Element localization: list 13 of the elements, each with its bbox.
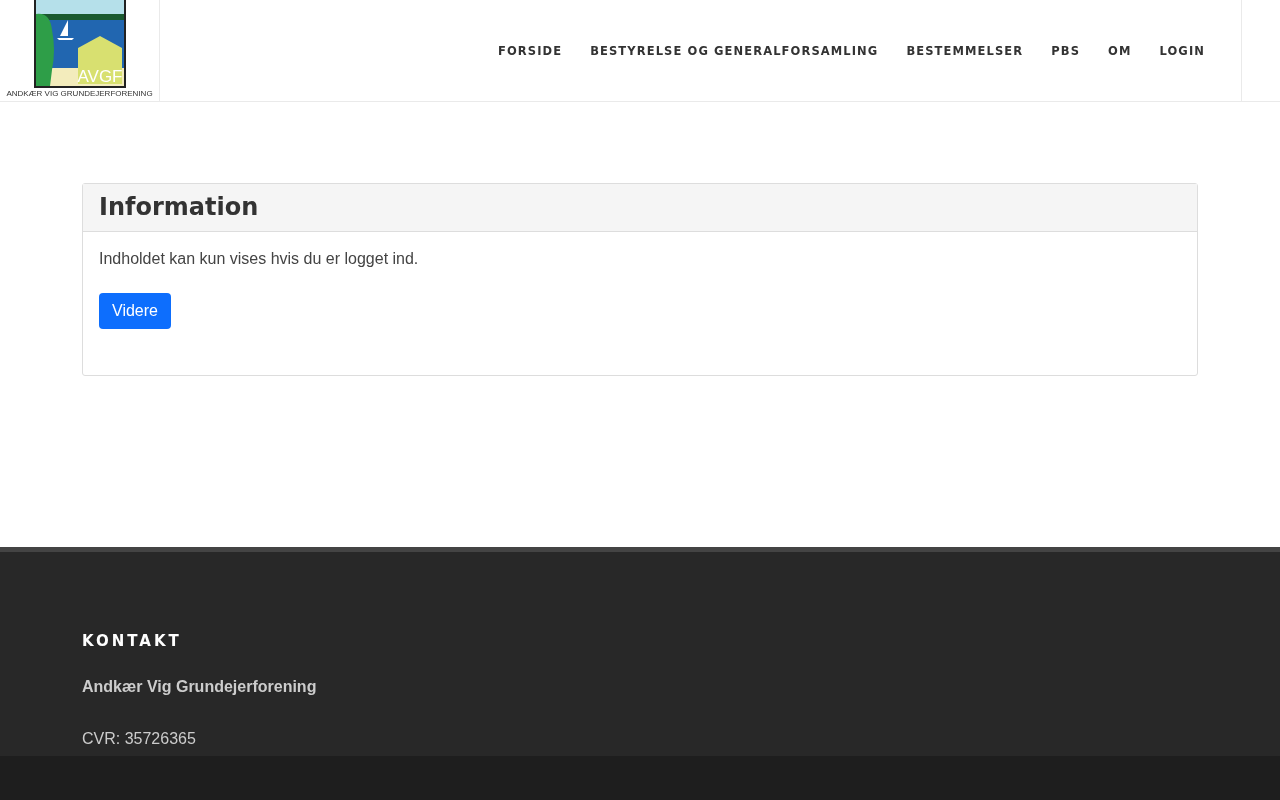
nav-link[interactable]: FORSIDE — [484, 43, 577, 58]
nav-link[interactable]: OM — [1094, 43, 1146, 58]
cvr-number: CVR: 35726365 — [82, 730, 197, 748]
nav-link[interactable]: BESTYRELSE OG GENERALFORSAMLING — [576, 43, 893, 58]
nav-link[interactable]: BESTEMMELSER — [892, 43, 1038, 58]
continue-button[interactable]: Videre — [99, 293, 171, 329]
logo-caption: ANDKÆR VIG GRUNDEJERFORENING — [6, 89, 153, 98]
nav-link[interactable]: PBS — [1037, 43, 1095, 58]
footer-heading: KONTAKT — [82, 632, 183, 650]
organization-name: Andkær Vig Grundejerforening — [82, 678, 318, 696]
nav-link[interactable]: LOGIN — [1145, 43, 1219, 58]
panel-title: Information — [83, 184, 1197, 232]
info-message: Indholdet kan kun vises hvis du er logget ind. — [99, 250, 420, 268]
